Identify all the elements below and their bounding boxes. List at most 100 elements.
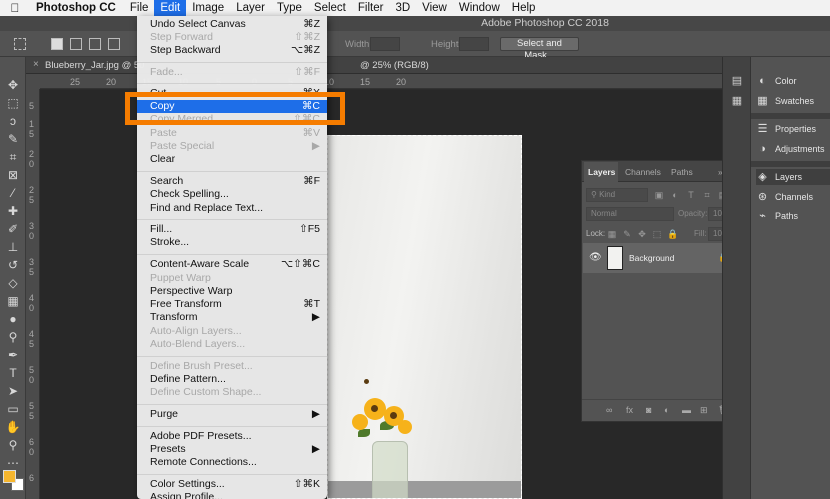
apple-icon[interactable]:  [0, 1, 30, 15]
new-adjustment-icon[interactable]: ◐ [664, 405, 669, 415]
menu-window[interactable]: Window [453, 0, 506, 16]
menu-item-perspective-warp[interactable]: Perspective Warp [137, 285, 327, 298]
link-layers-icon[interactable]: ∞ [606, 405, 612, 415]
add-selection-icon[interactable] [70, 38, 82, 50]
zoom-icon[interactable]: ⚲ [4, 437, 22, 453]
dock-adjustments[interactable]: ◑ Adjustments [756, 141, 824, 157]
tab-layers[interactable]: Layers [588, 167, 615, 177]
rectangle-icon[interactable]: ▭ [4, 401, 22, 417]
layer-filter-kind[interactable]: ⚲ Kind [586, 188, 648, 202]
menu-item-search[interactable]: Search ⌘F [137, 175, 327, 188]
dock-layers[interactable]: ◈ Layers [756, 169, 830, 185]
menu-file[interactable]: File [124, 0, 155, 16]
eraser-icon[interactable]: ◇ [4, 275, 22, 291]
marquee-tool-icon[interactable] [14, 38, 26, 50]
dock-color[interactable]: ◐ Color [756, 73, 796, 89]
layer-row-background[interactable]: 👁 Background 🔒 [583, 243, 737, 273]
lock-transparent-icon[interactable]: ▦ [607, 229, 617, 239]
filter-shape-icon[interactable]: ⌗ [702, 190, 712, 200]
marquee-icon[interactable]: ⬚ [4, 95, 22, 111]
lasso-icon[interactable]: ↄ [4, 113, 22, 129]
filter-type-icon[interactable]: T [686, 190, 696, 200]
menu-select[interactable]: Select [308, 0, 352, 16]
blend-mode-select[interactable]: Normal [586, 207, 674, 221]
menu-item-presets[interactable]: Presets ▶ [137, 443, 327, 456]
menu-item-clear[interactable]: Clear [137, 153, 327, 166]
pen-icon[interactable]: ✒ [4, 347, 22, 363]
menu-item-auto-align[interactable]: Auto-Align Layers... [137, 325, 327, 338]
menu-item-purge[interactable]: Purge ▶ [137, 408, 327, 421]
subtract-selection-icon[interactable] [89, 38, 101, 50]
dock-paths[interactable]: ⌁ Paths [756, 208, 798, 224]
dock-channels[interactable]: ⊛ Channels [756, 189, 813, 205]
menu-item-define-pattern[interactable]: Define Pattern... [137, 373, 327, 386]
menu-item-find-replace[interactable]: Find and Replace Text... [137, 202, 327, 215]
tab-paths[interactable]: Paths [671, 167, 693, 177]
visibility-eye-icon[interactable]: 👁 [589, 252, 602, 263]
document-tab[interactable]: × Blueberry_Jar.jpg @ 50 @ 25% (RGB/8) [26, 57, 722, 74]
menu-item-paste[interactable]: Paste ⌘V [137, 127, 327, 140]
history-brush-icon[interactable]: ↺ [4, 257, 22, 273]
intersect-selection-icon[interactable] [108, 38, 120, 50]
dock-properties[interactable]: ☰ Properties [756, 121, 816, 137]
menu-item-auto-blend[interactable]: Auto-Blend Layers... [137, 338, 327, 351]
menu-item-paste-special[interactable]: Paste Special ▶ [137, 140, 327, 153]
menu-view[interactable]: View [416, 0, 453, 16]
filter-adjust-icon[interactable]: ◐ [670, 190, 680, 200]
menu-type[interactable]: Type [271, 0, 308, 16]
menu-item-assign-profile[interactable]: Assign Profile... [137, 491, 327, 499]
menu-item-color-settings[interactable]: Color Settings... ⇧⌘K [137, 478, 327, 491]
menu-help[interactable]: Help [506, 0, 542, 16]
crop-icon[interactable]: ⌗ [4, 149, 22, 165]
menu-layer[interactable]: Layer [230, 0, 271, 16]
lock-position-icon[interactable]: ✥ [637, 229, 647, 239]
menu-item-free-transform[interactable]: Free Transform ⌘T [137, 298, 327, 311]
menu-edit[interactable]: Edit [154, 0, 187, 16]
tab-channels[interactable]: Channels [625, 167, 661, 177]
lock-artboard-icon[interactable]: ⬚ [652, 229, 662, 239]
clone-stamp-icon[interactable]: ⊥ [4, 239, 22, 255]
frame-icon[interactable]: ⊠ [4, 167, 22, 183]
menu-item-content-aware-scale[interactable]: Content-Aware Scale ⌥⇧⌘C [137, 258, 327, 271]
menu-item-fade[interactable]: Fade... ⇧⌘F [137, 66, 327, 79]
width-field[interactable] [370, 37, 400, 51]
menu-item-undo[interactable]: Undo Select Canvas ⌘Z [137, 18, 327, 31]
height-field[interactable] [459, 37, 489, 51]
history-icon[interactable]: ▤ [731, 75, 743, 87]
lock-image-icon[interactable]: ✎ [622, 229, 632, 239]
move-tool-icon[interactable]: ✥ [4, 77, 22, 93]
brush-icon[interactable]: ✐ [4, 221, 22, 237]
gradient-icon[interactable]: ▦ [4, 293, 22, 309]
type-icon[interactable]: T [4, 365, 22, 381]
eyedropper-icon[interactable]: ⁄ [4, 185, 22, 201]
filter-pixel-icon[interactable]: ▣ [654, 190, 664, 200]
quick-select-icon[interactable]: ✎ [4, 131, 22, 147]
dodge-icon[interactable]: ⚲ [4, 329, 22, 345]
hand-icon[interactable]: ✋ [4, 419, 22, 435]
menu-item-transform[interactable]: Transform ▶ [137, 311, 327, 324]
dock-swatches[interactable]: ▦ Swatches [756, 93, 814, 109]
menu-item-step-backward[interactable]: Step Backward ⌥⌘Z [137, 44, 327, 57]
select-and-mask-button[interactable]: Select and Mask... [500, 37, 579, 61]
foreground-color-swatch[interactable] [3, 470, 16, 483]
new-group-icon[interactable]: ▬ [682, 405, 691, 415]
new-layer-icon[interactable]: ⊞ [700, 405, 708, 416]
menu-filter[interactable]: Filter [352, 0, 390, 16]
fx-icon[interactable]: fx [626, 405, 633, 415]
menu-item-puppet-warp[interactable]: Puppet Warp [137, 272, 327, 285]
lock-all-icon[interactable]: 🔒 [667, 229, 678, 239]
menu-item-stroke[interactable]: Stroke... [137, 236, 327, 249]
healing-brush-icon[interactable]: ✚ [4, 203, 22, 219]
more-tools-icon[interactable]: ⋯ [4, 455, 22, 471]
path-select-icon[interactable]: ➤ [4, 383, 22, 399]
menu-app[interactable]: Photoshop CC [30, 0, 124, 16]
menu-item-define-custom-shape[interactable]: Define Custom Shape... [137, 386, 327, 399]
menu-image[interactable]: Image [186, 0, 230, 16]
new-selection-icon[interactable] [51, 38, 63, 50]
properties-panel-icon[interactable]: ▦ [731, 95, 743, 107]
menu-3d[interactable]: 3D [389, 0, 416, 16]
menu-item-pdf-presets[interactable]: Adobe PDF Presets... [137, 430, 327, 443]
menu-item-remote-connections[interactable]: Remote Connections... [137, 456, 327, 469]
menu-item-fill[interactable]: Fill... ⇧F5 [137, 223, 327, 236]
blur-icon[interactable]: ● [4, 311, 22, 327]
